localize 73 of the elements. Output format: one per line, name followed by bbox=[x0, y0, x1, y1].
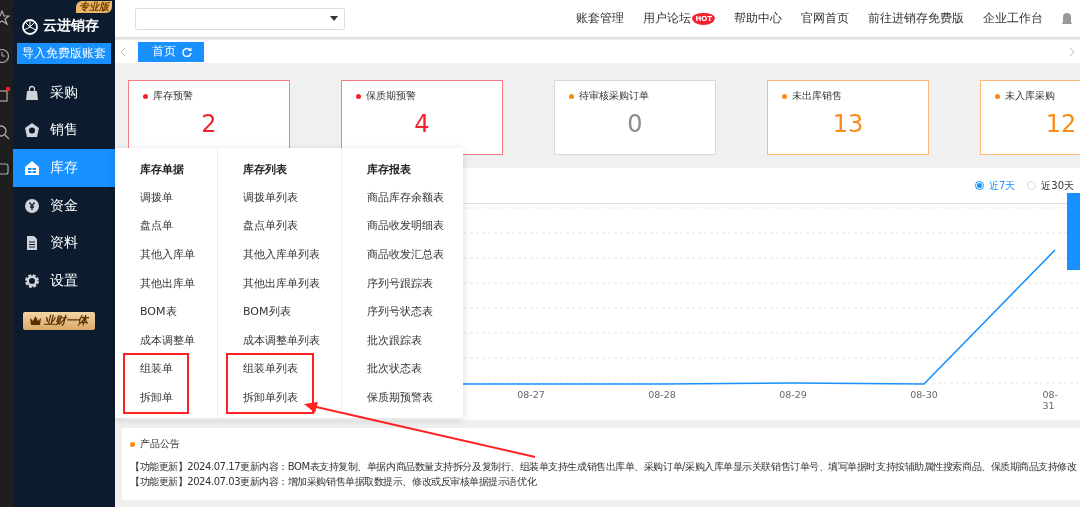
menu-item[interactable]: 其他入库单 bbox=[140, 240, 195, 269]
sidebar-item[interactable]: 销售 bbox=[13, 111, 115, 150]
menu-item[interactable]: 序列号状态表 bbox=[367, 297, 433, 326]
stat-card[interactable]: 未入库采购 12 bbox=[980, 80, 1080, 155]
logo-icon bbox=[21, 17, 39, 35]
sidebar-item[interactable]: 采购 bbox=[13, 74, 115, 112]
stat-card[interactable]: 未出库销售 13 bbox=[767, 80, 929, 155]
axis-label: 08-27 bbox=[517, 389, 545, 400]
card-label: 库存预警 bbox=[153, 89, 193, 103]
axis-label: 08-29 bbox=[779, 389, 807, 400]
menu-heading: 库存单据 bbox=[140, 161, 185, 178]
edition-badge: 专业版 bbox=[76, 1, 112, 13]
menu-item[interactable]: 拆卸单列表 bbox=[243, 383, 298, 412]
warehouse-icon bbox=[24, 160, 40, 176]
settings-icon bbox=[24, 272, 40, 289]
menu-item[interactable]: 调拨单 bbox=[140, 183, 173, 212]
card-value: 13 bbox=[831, 110, 865, 138]
menu-heading: 库存列表 bbox=[243, 161, 288, 178]
sidebar-item[interactable]: 资金 bbox=[13, 186, 115, 225]
menu-item[interactable]: 其他入库单列表 bbox=[243, 240, 320, 269]
caret-icon bbox=[330, 16, 338, 21]
menu-item[interactable]: 成本调整单列表 bbox=[243, 325, 320, 355]
header-link[interactable]: 企业工作台 bbox=[983, 10, 1043, 27]
announcement-line[interactable]: 【功能更新】2024.07.03更新内容：增加采购销售单据取数提示、修改或反审核单据提示语优化 bbox=[130, 474, 537, 489]
menu-item[interactable]: 批次跟踪表 bbox=[367, 325, 422, 355]
document-icon bbox=[24, 235, 40, 252]
menu-item[interactable]: 其他出库单列表 bbox=[243, 268, 320, 298]
menu-item[interactable]: 组装单 bbox=[140, 354, 173, 384]
axis-label: 08-30 bbox=[910, 389, 938, 400]
menu-item[interactable]: 批次状态表 bbox=[367, 354, 422, 384]
bell-icon[interactable] bbox=[1062, 11, 1072, 26]
sidebar-item[interactable]: 设置 bbox=[13, 261, 115, 300]
stat-card[interactable]: 待审核采购订单 0 bbox=[554, 80, 716, 155]
header-link[interactable]: 前往进销存免费版 bbox=[868, 10, 964, 27]
card-label: 未入库采购 bbox=[1005, 89, 1055, 103]
menu-item[interactable]: 盘点单列表 bbox=[243, 211, 298, 241]
menu-item[interactable]: BOM列表 bbox=[243, 297, 291, 326]
menu-item[interactable]: 保质期预警表 bbox=[367, 383, 433, 412]
axis-label: 08-31 bbox=[1042, 389, 1060, 411]
menu-item[interactable]: 商品库存余额表 bbox=[367, 183, 444, 212]
menu-item[interactable]: 调拨单列表 bbox=[243, 183, 298, 212]
menu-item[interactable]: 商品收发汇总表 bbox=[367, 240, 444, 269]
announcement-line[interactable]: 【功能更新】2024.07.17更新内容：BOM表支持复制、单据内商品数量支持拆分及复制行、组装单支持生成销售出库单、采购订单/采购入库单显示关联销售订单号、填写单据时支持按辅助属性搜索商品、保质期商品支持修改 bbox=[130, 459, 1077, 474]
header-link[interactable]: 官网首页 bbox=[801, 10, 849, 27]
yen-icon bbox=[24, 197, 40, 214]
announcement-title: 产品公告 bbox=[140, 437, 180, 451]
card-value: 4 bbox=[413, 110, 431, 138]
menu-item[interactable]: BOM表 bbox=[140, 297, 177, 326]
menu-item[interactable]: 商品收发明细表 bbox=[367, 211, 444, 241]
promo-badge[interactable]: 业财一体 bbox=[23, 311, 95, 330]
card-label: 待审核采购订单 bbox=[579, 89, 649, 103]
sidebar-item[interactable]: 资料 bbox=[13, 224, 115, 262]
menu-heading: 库存报表 bbox=[367, 161, 412, 178]
menu-item[interactable]: 组装单列表 bbox=[243, 354, 298, 384]
card-value: 2 bbox=[200, 110, 218, 138]
axis-label: 08-28 bbox=[648, 389, 676, 400]
stat-card[interactable]: 保质期预警 4 bbox=[341, 80, 503, 155]
range-radio[interactable]: 近30天 bbox=[1027, 178, 1074, 193]
menu-item[interactable]: 拆卸单 bbox=[140, 383, 173, 412]
card-label: 保质期预警 bbox=[366, 89, 416, 103]
header-link[interactable]: 帮助中心 bbox=[734, 10, 782, 27]
menu-item[interactable]: 其他出库单 bbox=[140, 268, 195, 298]
app-logo: 云进销存 bbox=[43, 17, 99, 35]
chevron-left-icon[interactable] bbox=[120, 46, 126, 57]
chevron-right-icon[interactable] bbox=[1069, 46, 1075, 57]
menu-item[interactable]: 盘点单 bbox=[140, 211, 173, 241]
card-value: 0 bbox=[626, 110, 644, 138]
header-link[interactable]: 账套管理 bbox=[576, 10, 625, 27]
menu-item[interactable]: 序列号跟踪表 bbox=[367, 268, 433, 298]
card-label: 未出库销售 bbox=[792, 89, 842, 103]
menu-item[interactable]: 成本调整单 bbox=[140, 325, 195, 355]
card-value: 12 bbox=[1044, 110, 1078, 138]
refresh-icon[interactable] bbox=[182, 46, 192, 57]
